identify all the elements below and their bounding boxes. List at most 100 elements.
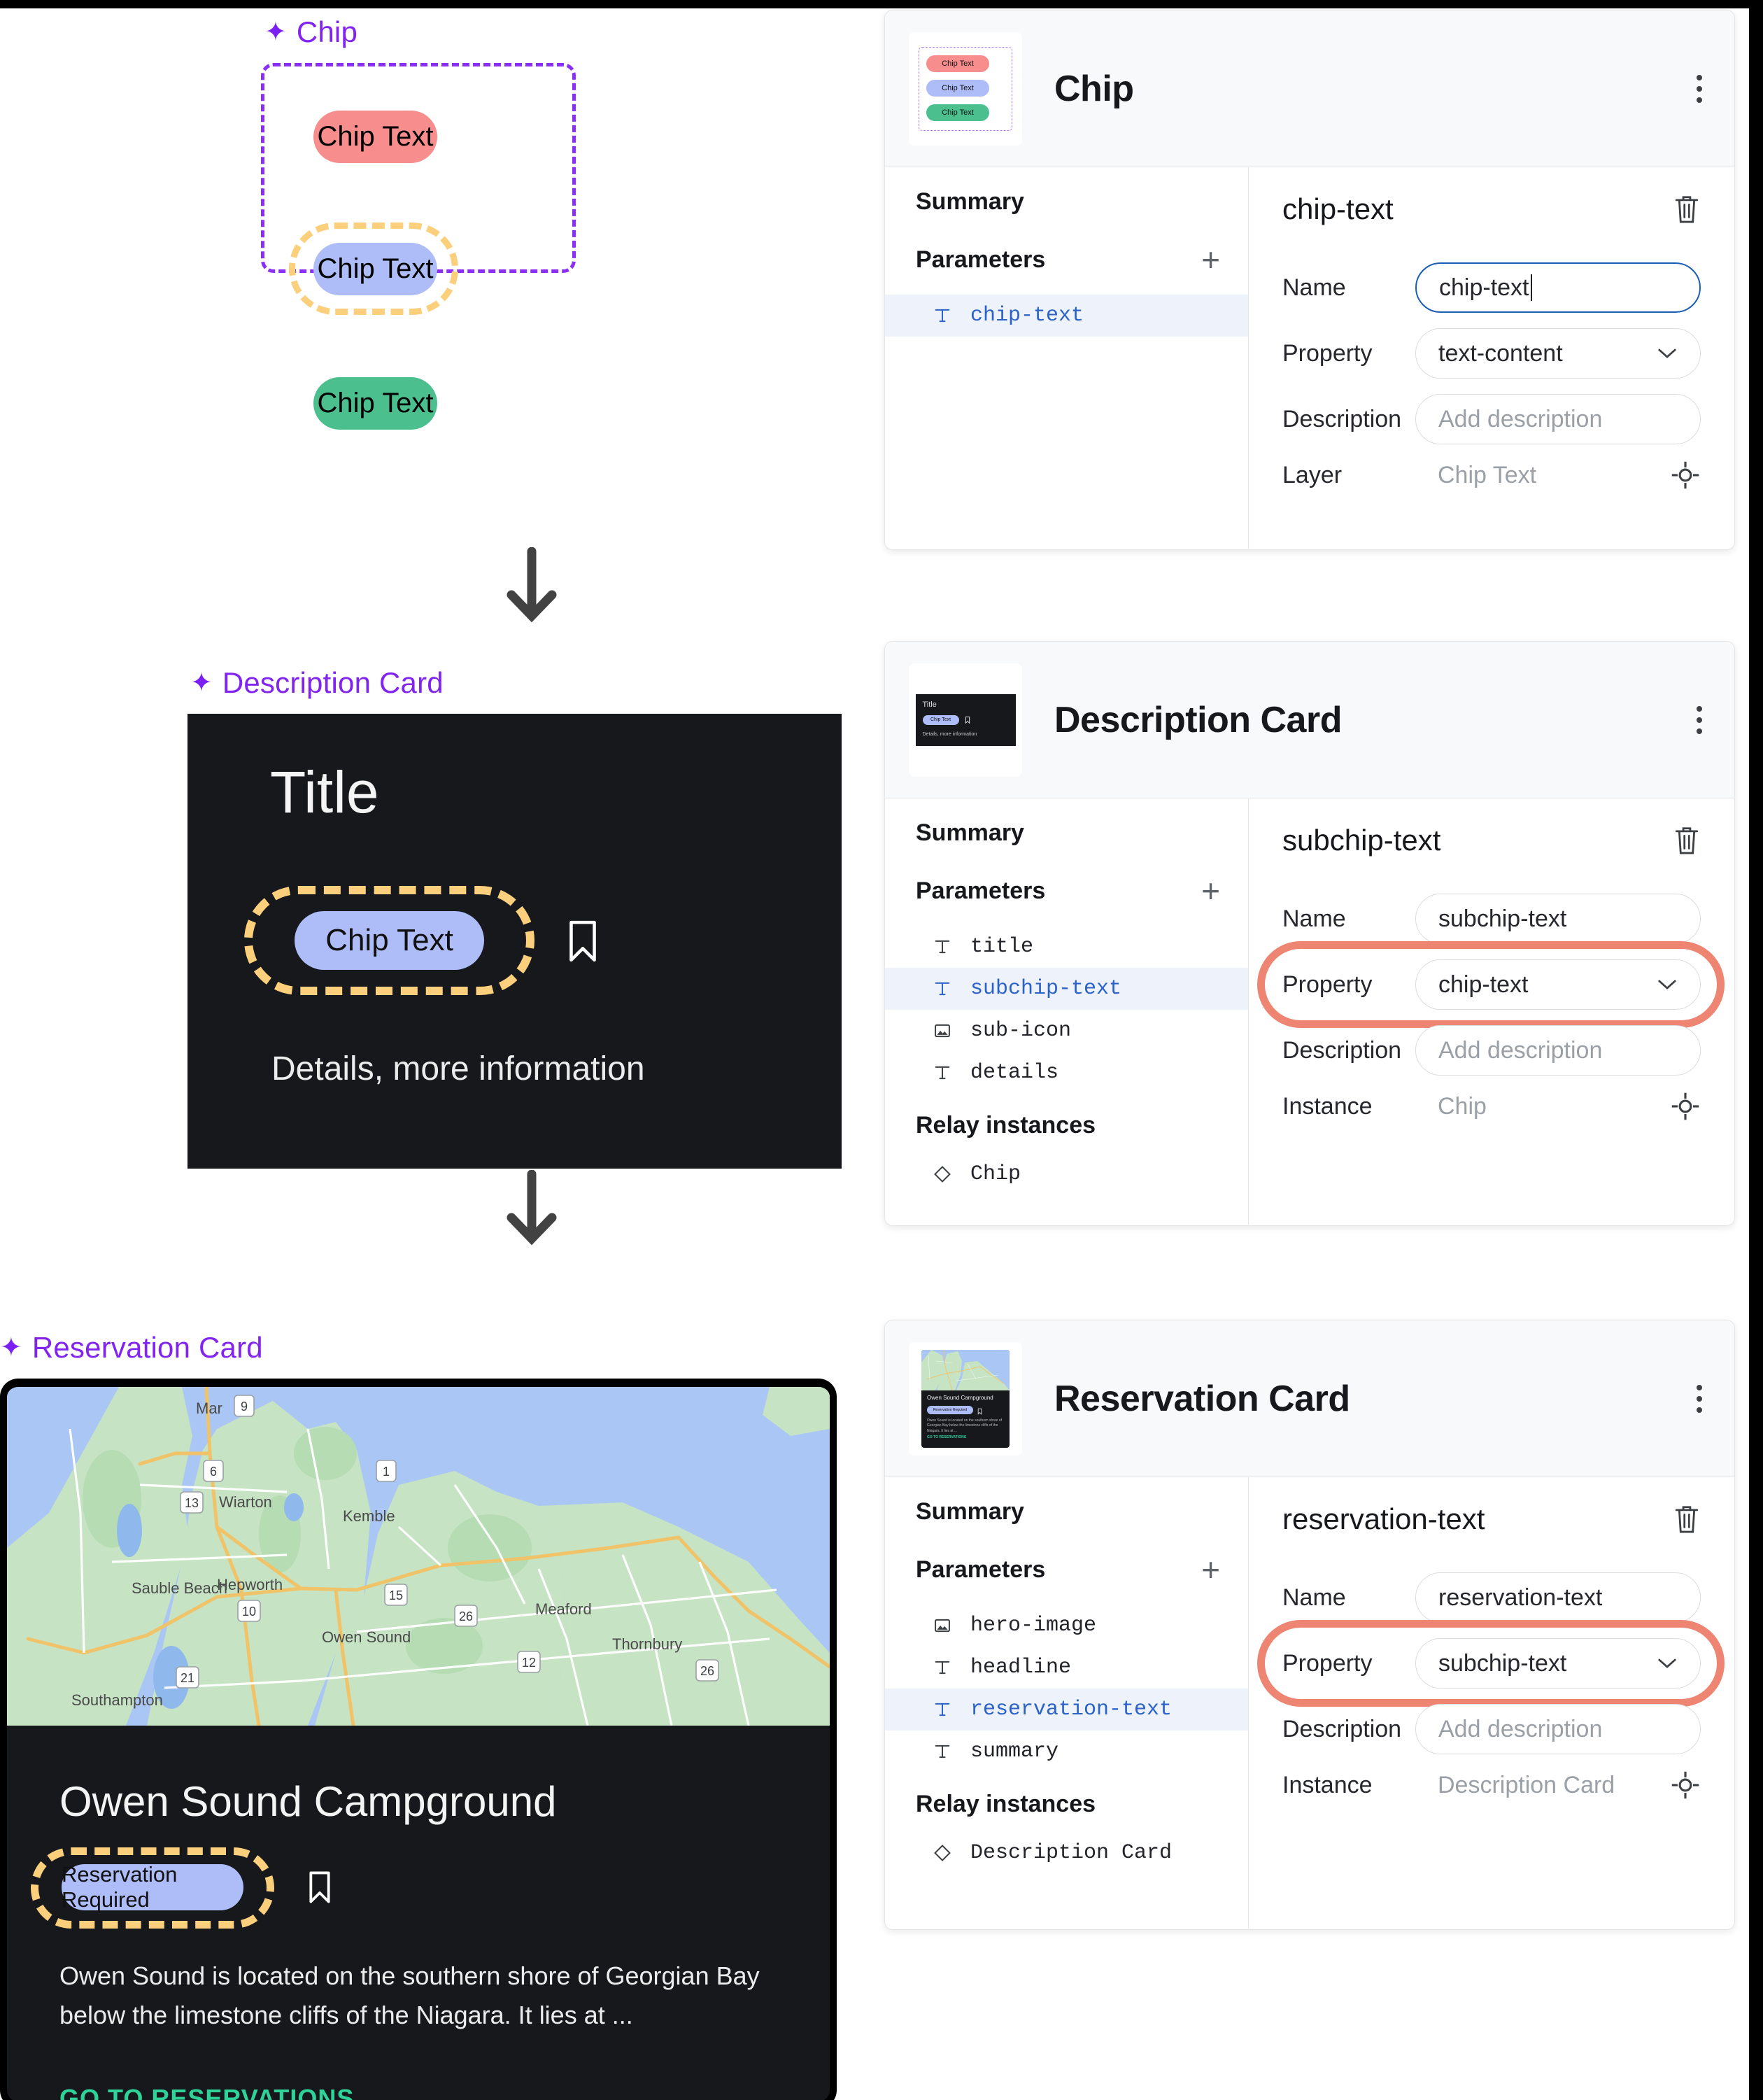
bookmark-icon[interactable] (565, 919, 600, 963)
locate-instance-icon[interactable] (1670, 1770, 1701, 1800)
parameters-section-title: Parameters (916, 1556, 1046, 1583)
delete-icon[interactable] (1673, 193, 1701, 225)
delete-icon[interactable] (1673, 824, 1701, 857)
svg-text:Thornbury: Thornbury (612, 1635, 682, 1653)
diamond-icon (933, 1164, 952, 1184)
panel-header: Owen Sound Campground Reservation Requir… (885, 1320, 1734, 1477)
parameter-item-details[interactable]: details (885, 1052, 1248, 1094)
bookmark-icon[interactable] (306, 1870, 333, 1904)
svg-text:26: 26 (700, 1664, 714, 1678)
locate-instance-icon[interactable] (1670, 1091, 1701, 1122)
description-field-label: Description (1282, 1036, 1402, 1064)
parameter-item-title[interactable]: title (885, 926, 1248, 968)
delete-icon[interactable] (1673, 1503, 1701, 1535)
svg-text:Meaford: Meaford (535, 1600, 592, 1618)
description-field-row: Description Add description (1282, 1025, 1701, 1076)
name-field-label: Name (1282, 1584, 1346, 1611)
layer-field-row: Layer Chip Text (1282, 460, 1701, 491)
parameters-sidebar: Summary Parameters + chip-text (885, 167, 1249, 549)
panel-body: Summary Parameters + hero-image headline… (885, 1477, 1734, 1929)
svg-text:Wiarton: Wiarton (219, 1493, 272, 1511)
property-field-label: Property (1282, 1649, 1373, 1677)
svg-text:Mar: Mar (196, 1400, 222, 1417)
panel-title: Chip (1054, 68, 1134, 109)
chip-pill-red[interactable]: Chip Text (313, 111, 437, 163)
more-options-icon[interactable] (1697, 1384, 1702, 1413)
chip-component-label: ✦ Chip (264, 15, 357, 49)
name-input-value: reservation-text (1438, 1584, 1603, 1611)
parameter-label: sub-icon (970, 1019, 1072, 1043)
parameters-section-title: Parameters (916, 878, 1046, 904)
top-edge-band (0, 0, 1763, 8)
svg-text:6: 6 (210, 1465, 217, 1479)
parameter-label: summary (970, 1740, 1059, 1763)
property-select[interactable]: subchip-text (1415, 1638, 1701, 1689)
name-input-value: subchip-text (1438, 905, 1567, 932)
property-select[interactable]: chip-text (1415, 959, 1701, 1010)
detail-parameter-name: chip-text (1282, 192, 1394, 225)
instance-value: Description Card (1438, 1771, 1615, 1798)
panel-body: Summary Parameters + chip-text chip-text (885, 167, 1734, 549)
bookmark-icon (977, 1406, 982, 1415)
chip-pill-green[interactable]: Chip Text (313, 377, 437, 430)
summary-section-title[interactable]: Summary (885, 188, 1248, 216)
name-input[interactable]: subchip-text (1415, 894, 1701, 944)
add-parameter-button[interactable]: + (1201, 875, 1220, 907)
description-input[interactable]: Add description (1415, 1025, 1701, 1076)
parameter-item-sub-icon[interactable]: sub-icon (885, 1010, 1248, 1052)
relay-instance-label: Chip (970, 1162, 1021, 1186)
parameter-item-subchip-text[interactable]: subchip-text (885, 968, 1248, 1010)
property-field-row: Property chip-text (1257, 941, 1725, 1028)
svg-text:10: 10 (242, 1605, 256, 1619)
detail-header: reservation-text (1282, 1502, 1701, 1536)
description-card-thumbnail: Title Chip Text Details, more informatio… (909, 663, 1022, 777)
name-input[interactable]: reservation-text (1415, 1572, 1701, 1623)
name-input[interactable]: chip-text (1415, 262, 1701, 313)
parameter-item-summary[interactable]: summary (885, 1731, 1248, 1773)
parameters-sidebar: Summary Parameters + hero-image headline… (885, 1477, 1249, 1929)
parameter-detail-pane: reservation-text Name reservation-text P… (1249, 1477, 1734, 1929)
summary-section-title[interactable]: Summary (885, 819, 1248, 847)
parameter-item-chip-text[interactable]: chip-text (885, 295, 1248, 337)
thumb-chip: Reservation Required (927, 1405, 973, 1414)
locate-layer-icon[interactable] (1670, 460, 1701, 491)
add-parameter-button[interactable]: + (1201, 1553, 1220, 1586)
add-parameter-button[interactable]: + (1201, 244, 1220, 276)
layer-value: Chip Text (1438, 461, 1537, 488)
svg-text:Owen Sound: Owen Sound (322, 1628, 411, 1646)
description-card-component-label: ✦ Description Card (190, 666, 444, 700)
parameter-item-hero-image[interactable]: hero-image (885, 1605, 1248, 1647)
parameters-sidebar: Summary Parameters + title subchip-text … (885, 798, 1249, 1225)
summary-section-title[interactable]: Summary (885, 1498, 1248, 1525)
property-field-row: Property subchip-text (1257, 1620, 1725, 1707)
parameter-item-reservation-text[interactable]: reservation-text (885, 1689, 1248, 1731)
parameter-item-headline[interactable]: headline (885, 1647, 1248, 1689)
reservation-card-chip[interactable]: Reservation Required (62, 1862, 243, 1912)
thumb-cta: GO TO RESERVATIONS (927, 1435, 967, 1439)
thumb-chip-blue: Chip Text (926, 79, 989, 97)
text-icon (933, 1658, 952, 1677)
thumb-map (921, 1349, 1010, 1390)
relay-instance-chip[interactable]: Chip (885, 1153, 1248, 1195)
go-to-reservations-link[interactable]: GO TO RESERVATIONS (59, 2084, 354, 2100)
instance-field-label: Instance (1282, 1092, 1373, 1120)
right-edge-band (1749, 0, 1763, 2100)
property-select[interactable]: text-content (1415, 328, 1701, 379)
relay-instance-description-card[interactable]: Description Card (885, 1832, 1248, 1874)
panel-body: Summary Parameters + title subchip-text … (885, 798, 1734, 1225)
reservation-card-thumbnail: Owen Sound Campground Reservation Requir… (909, 1341, 1022, 1456)
property-field-label: Property (1282, 971, 1373, 998)
more-options-icon[interactable] (1697, 705, 1702, 734)
diagram-column: ✦ Chip Chip Text Chip Text Chip Text ✦ D… (0, 8, 882, 2100)
image-icon (933, 1616, 952, 1635)
panel-header: Title Chip Text Details, more informatio… (885, 642, 1734, 798)
svg-text:Sauble Beach: Sauble Beach (132, 1579, 227, 1597)
detail-header: chip-text (1282, 192, 1701, 226)
description-card-chip[interactable]: Chip Text (295, 911, 484, 970)
layer-field-label: Layer (1282, 461, 1343, 488)
more-options-icon[interactable] (1697, 74, 1702, 103)
detail-parameter-name: subchip-text (1282, 824, 1441, 857)
description-input[interactable]: Add description (1415, 394, 1701, 444)
image-icon (933, 1021, 952, 1041)
description-input[interactable]: Add description (1415, 1704, 1701, 1754)
